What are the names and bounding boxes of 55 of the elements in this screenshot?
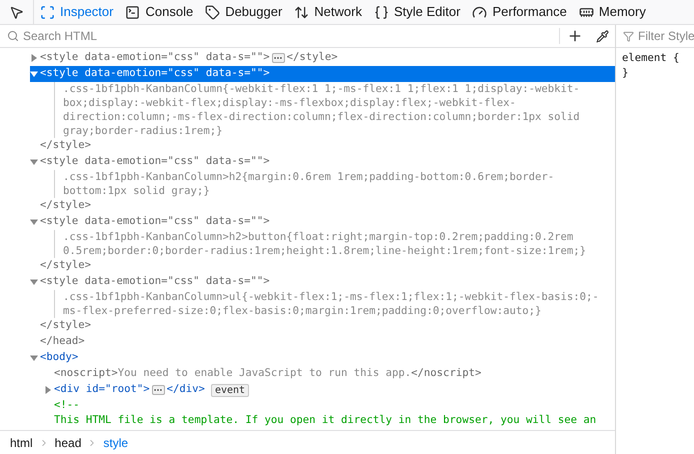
element-tag[interactable]: <style data-emotion="css" data-s=""> <box>40 214 270 230</box>
closing-tag: </style> <box>286 50 338 66</box>
terminal-icon <box>125 4 140 20</box>
toolbar-tab[interactable]: Memory <box>572 0 652 24</box>
eyedropper-icon[interactable] <box>596 30 609 42</box>
closing-tag: </style> <box>40 198 92 214</box>
rule-selector: element { <box>622 51 680 66</box>
toolbar-tab[interactable]: Network <box>288 0 368 24</box>
css-text: .css-1bf1pbh-KanbanColumn>h2>button{float:right;margin-top:0.2rem;padding:0.2rem 0.5rem;border:0;border-radius:1rem;height:1.8rem;line-height:1rem;font-size:1rem;} <box>63 230 587 258</box>
closing-tag: </style> <box>40 258 92 274</box>
collapse-triangle-icon[interactable] <box>30 218 38 226</box>
rule-close-brace: } <box>622 66 630 81</box>
css-text: .css-1bf1pbh-KanbanColumn>ul{-webkit-flex:1;-ms-flex:1;flex:1;-webkit-flex-basis:0;-ms-flex-preferred-size:0;flex-basis:0;margin:1rem;padding:0;overflow:auto;} <box>63 290 599 318</box>
comment-start: <!-- <box>54 398 81 413</box>
braces-icon <box>374 4 389 20</box>
collapse-triangle-icon[interactable] <box>30 158 38 166</box>
expand-triangle-icon[interactable] <box>30 54 38 62</box>
search-icon <box>7 30 19 42</box>
css-text: .css-1bf1pbh-KanbanColumn{-webkit-flex:1 1;-ms-flex:1 1;flex:1 1;display:-webkit-box;display:-webkit-flex;display:-ms-flexbox;display:flex;-webkit-flex-direction:column;-ms-flex-direction:column;flex-direction:column;border:1px solid gray;border-radius:1rem;} <box>63 82 581 138</box>
closing-tag: </style> <box>40 138 92 154</box>
element-tag[interactable]: <style data-emotion="css" data-s=""> <box>40 274 270 290</box>
gauge-icon <box>472 4 488 20</box>
ellipsis-icon[interactable] <box>152 385 165 395</box>
collapse-triangle-icon[interactable] <box>30 70 38 78</box>
element-tag[interactable]: <style data-emotion="css" data-s=""> <box>40 50 270 66</box>
comment-text: This HTML file is a template. If you open it directly in the browser, you will see an <box>54 413 598 428</box>
breadcrumb-item[interactable]: html <box>10 434 33 452</box>
filter-styles-field[interactable]: Filter Style <box>638 27 694 45</box>
element-tag[interactable]: <div id="root"> <box>54 382 150 398</box>
tag-icon <box>205 4 220 20</box>
element-tag[interactable]: <body> <box>40 350 78 366</box>
collapse-triangle-icon[interactable] <box>30 278 38 286</box>
filter-icon <box>623 30 634 42</box>
toolbar-tab[interactable]: Debugger <box>199 0 288 24</box>
breadcrumb-item[interactable]: head <box>54 434 82 452</box>
noscript-element[interactable]: <noscript>You need to enable JavaScript to run this app.</noscript> <box>54 366 482 382</box>
expand-triangle-icon[interactable] <box>44 386 52 394</box>
closing-tag: </div> <box>166 382 205 398</box>
ellipsis-icon[interactable] <box>272 53 285 63</box>
toolbar-tab[interactable]: Console <box>119 0 200 24</box>
breadcrumb-item[interactable]: style <box>103 434 128 452</box>
search-field[interactable]: Search HTML <box>23 27 559 45</box>
event-badge[interactable]: event <box>210 384 250 396</box>
toolbar-tab[interactable]: Style Editor <box>368 0 466 24</box>
closing-tag: </style> <box>40 318 92 334</box>
element-picker-icon[interactable] <box>9 4 24 20</box>
add-node-icon[interactable] <box>567 28 583 44</box>
element-tag[interactable]: <style data-emotion="css" data-s=""> <box>40 154 270 170</box>
closing-tag: </head> <box>40 334 85 350</box>
collapse-triangle-icon[interactable] <box>30 354 38 362</box>
up-down-arrows-icon <box>294 4 310 20</box>
toolbar-tab[interactable]: Performance <box>466 0 573 24</box>
frame-icon <box>40 4 55 20</box>
css-text: .css-1bf1pbh-KanbanColumn>h2{margin:0.6rem 1rem;padding-bottom:0.6rem;border-bottom:1px solid gray;} <box>63 170 556 198</box>
toolbar-tab[interactable]: Inspector <box>34 0 120 24</box>
